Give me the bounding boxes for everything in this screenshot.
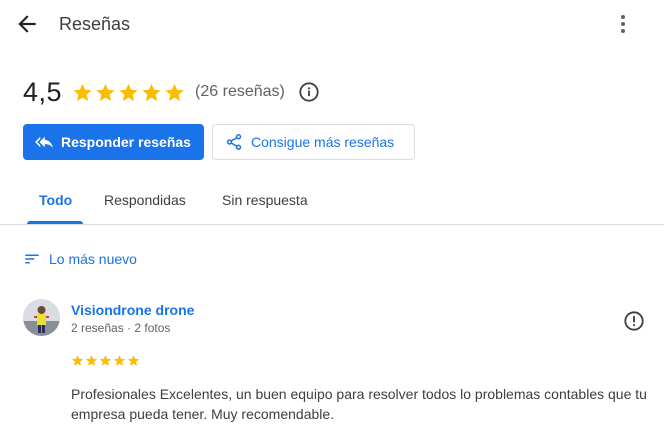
avatar[interactable] (23, 299, 60, 336)
star-icon (142, 83, 161, 101)
star-icon (165, 83, 184, 101)
info-icon[interactable] (298, 81, 320, 103)
rating-stars (72, 82, 185, 103)
review-text: Profesionales Excelentes, un buen equipo… (71, 386, 647, 422)
reviewer-meta: 2 reseñas · 2 fotos (71, 321, 171, 335)
tab-sin-respuesta[interactable]: Sin respuesta (222, 176, 308, 224)
active-tab-indicator (27, 221, 83, 224)
top-bar: Reseñas (0, 0, 664, 48)
report-icon[interactable] (623, 310, 645, 332)
average-rating: 4,5 (23, 76, 63, 107)
reply-reviews-label: Responder reseñas (61, 134, 191, 150)
share-icon (226, 134, 242, 150)
reply-reviews-button[interactable]: Responder reseñas (23, 124, 204, 160)
star-icon (127, 355, 140, 366)
star-icon (99, 355, 112, 366)
reply-all-icon (35, 136, 53, 148)
tab-respondidas[interactable]: Respondidas (104, 176, 186, 224)
star-icon (73, 83, 92, 101)
rating-summary: 4,5 (26 reseñas) (23, 76, 320, 108)
star-icon (85, 355, 98, 366)
sort-button[interactable]: Lo más nuevo (23, 249, 137, 269)
reviewer-name[interactable]: Visiondrone drone (71, 302, 194, 318)
review-count: (26 reseñas) (195, 83, 285, 100)
tab-todo[interactable]: Todo (39, 176, 72, 224)
get-more-reviews-button[interactable]: Consigue más reseñas (212, 124, 415, 160)
review-rating-stars (71, 354, 140, 367)
get-more-reviews-label: Consigue más reseñas (251, 134, 395, 150)
sort-icon (25, 254, 39, 264)
star-icon (96, 83, 115, 101)
more-vert-icon[interactable] (611, 12, 635, 36)
page-title: Reseñas (59, 14, 131, 34)
back-arrow-icon[interactable] (14, 11, 40, 37)
star-icon (113, 355, 126, 366)
star-icon (119, 83, 138, 101)
star-icon (71, 355, 84, 366)
review-tabs: Todo Respondidas Sin respuesta (0, 176, 664, 225)
sort-label: Lo más nuevo (49, 251, 137, 267)
